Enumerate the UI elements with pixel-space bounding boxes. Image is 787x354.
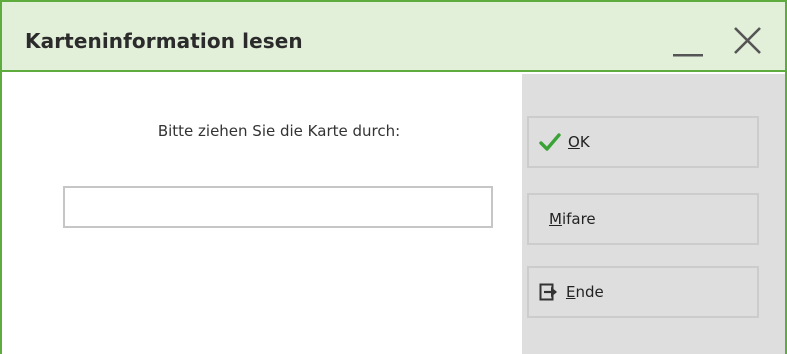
dialog-window: Karteninformation lesen Bitte ziehen Sie…	[0, 0, 787, 354]
dialog-content: Bitte ziehen Sie die Karte durch: OK Mif…	[2, 74, 785, 354]
close-button[interactable]	[730, 18, 770, 60]
button-panel: OK Mifare Ende	[522, 74, 785, 354]
ok-button-label: OK	[568, 133, 590, 151]
ende-button-label: Ende	[566, 283, 604, 301]
ok-button[interactable]: OK	[527, 116, 759, 168]
minimize-icon	[673, 54, 703, 57]
checkmark-icon	[539, 133, 561, 151]
card-data-input[interactable]	[63, 186, 493, 228]
minimize-button[interactable]	[669, 18, 709, 60]
mifare-button-label: Mifare	[549, 210, 596, 228]
ende-button[interactable]: Ende	[527, 266, 759, 318]
exit-icon	[539, 283, 559, 301]
title-bar: Karteninformation lesen	[2, 2, 785, 72]
swipe-card-prompt: Bitte ziehen Sie die Karte durch:	[157, 122, 401, 140]
close-icon	[734, 27, 761, 54]
window-title: Karteninformation lesen	[25, 29, 303, 53]
card-read-pane: Bitte ziehen Sie die Karte durch:	[2, 74, 522, 354]
mifare-button[interactable]: Mifare	[527, 193, 759, 245]
